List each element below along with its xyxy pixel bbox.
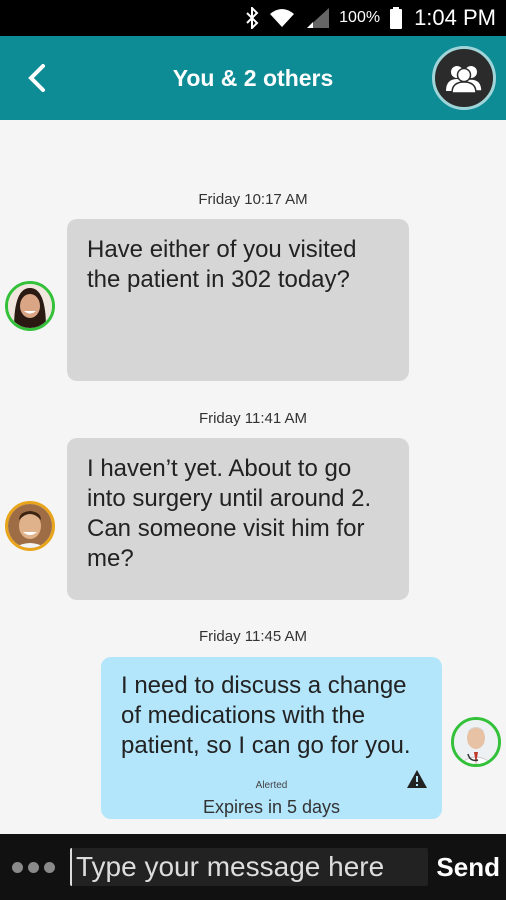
avatar[interactable] — [5, 501, 55, 551]
dot-icon — [44, 861, 55, 873]
message-input[interactable] — [70, 848, 428, 886]
dot-icon — [28, 861, 39, 873]
message-text: I need to discuss a change of medication… — [121, 672, 411, 759]
signal-icon — [305, 8, 330, 28]
conversation-title: You & 2 others — [172, 64, 334, 91]
wifi-icon — [269, 8, 295, 28]
more-options-button[interactable] — [12, 858, 58, 876]
message-bubble: Have either of you visited the patient i… — [67, 219, 409, 381]
chevron-left-icon — [28, 64, 45, 92]
message-text: Have either of you visited the patient i… — [87, 236, 357, 293]
battery-percentage: 100% — [339, 9, 381, 26]
avatar[interactable] — [451, 717, 501, 767]
send-button[interactable]: Send — [436, 848, 500, 886]
back-button[interactable] — [22, 60, 52, 96]
bluetooth-icon — [245, 7, 259, 29]
clock: 1:04 PM — [414, 5, 496, 30]
message-composer: Send — [0, 834, 506, 900]
avatar[interactable] — [5, 281, 55, 331]
battery-icon — [390, 7, 403, 29]
dot-icon — [12, 861, 23, 873]
message-bubble: I haven’t yet. About to go into surgery … — [67, 438, 409, 600]
message-timestamp: Friday 10:17 AM — [198, 191, 308, 208]
message-timestamp: Friday 11:45 AM — [198, 628, 308, 645]
conversation-header: You & 2 others — [0, 36, 506, 120]
message-timestamp: Friday 11:41 AM — [198, 410, 308, 427]
group-members-button[interactable] — [432, 46, 496, 110]
status-bar: 100% 1:04 PM — [0, 0, 506, 36]
expiration-label: Expires in 5 days — [202, 797, 341, 817]
message-bubble: I need to discuss a change of medication… — [101, 657, 442, 819]
message-text: I haven’t yet. About to go into surgery … — [87, 455, 372, 572]
group-icon — [446, 66, 483, 93]
